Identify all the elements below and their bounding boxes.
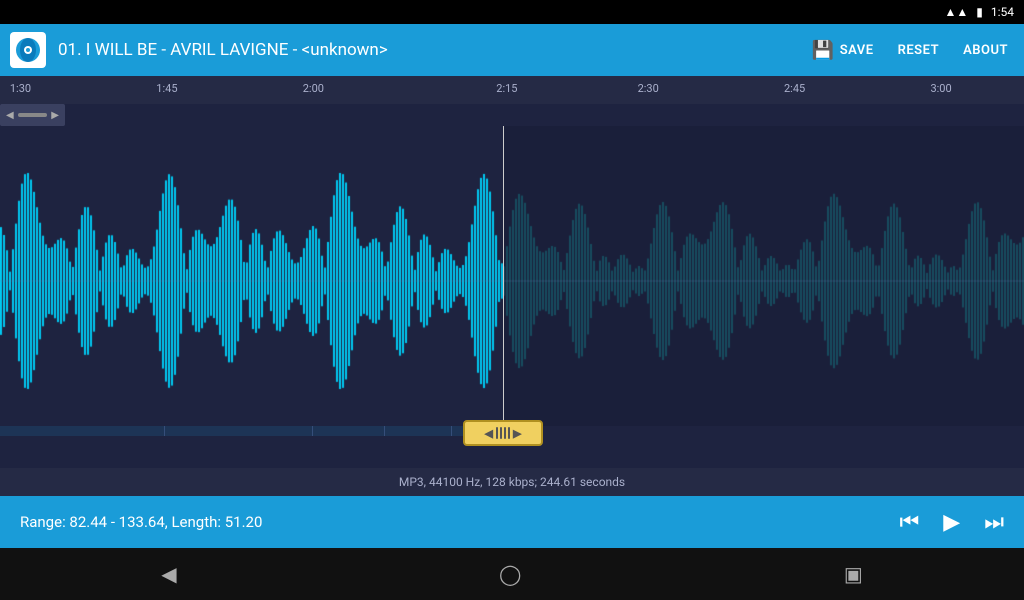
cut-handle-lines bbox=[496, 427, 510, 439]
time-marker-6: 2:45 bbox=[784, 82, 805, 95]
back-button[interactable]: ◀ bbox=[161, 562, 176, 586]
nav-bar: ◀ ◯ ▣ bbox=[0, 548, 1024, 600]
about-button[interactable]: ABOUT bbox=[957, 39, 1014, 62]
range-info: Range: 82.44 - 133.64, Length: 51.20 bbox=[20, 513, 899, 531]
recents-button[interactable]: ▣ bbox=[844, 562, 863, 586]
save-button[interactable]: 💾 SAVE bbox=[806, 36, 880, 65]
cut-line bbox=[503, 126, 504, 436]
time-marker-2: 1:45 bbox=[156, 82, 177, 95]
scroll-left-arrow: ◀ bbox=[6, 110, 14, 121]
save-icon: 💾 bbox=[812, 40, 835, 61]
controls-bar: Range: 82.44 - 133.64, Length: 51.20 ⏮ ▶… bbox=[0, 496, 1024, 548]
cut-handle[interactable]: ◀ ▶ bbox=[463, 420, 543, 446]
battery-icon: ▮ bbox=[976, 5, 983, 19]
time-marker-1: 1:30 bbox=[10, 82, 31, 95]
home-button[interactable]: ◯ bbox=[499, 562, 521, 586]
file-info: MP3, 44100 Hz, 128 kbps; 244.61 seconds bbox=[0, 468, 1024, 496]
time-marker-7: 3:00 bbox=[930, 82, 951, 95]
time-marker-4: 2:15 bbox=[496, 82, 517, 95]
waveform-container[interactable]: 1:30 1:45 2:00 2:15 2:30 2:45 3:00 ◀ ▶ ◀… bbox=[0, 76, 1024, 496]
waveform-canvas bbox=[0, 126, 1024, 426]
time-marker-5: 2:30 bbox=[638, 82, 659, 95]
reset-button[interactable]: RESET bbox=[892, 39, 945, 62]
status-time: 1:54 bbox=[991, 5, 1014, 19]
time-marker-3: 2:00 bbox=[303, 82, 324, 95]
playback-controls: ⏮ ▶ ⏭ bbox=[899, 510, 1004, 535]
status-bar: ▲▲ ▮ 1:54 bbox=[0, 0, 1024, 24]
fast-forward-button[interactable]: ⏭ bbox=[984, 510, 1004, 535]
rewind-button[interactable]: ⏮ bbox=[899, 510, 919, 535]
timeline-ruler: 1:30 1:45 2:00 2:15 2:30 2:45 3:00 bbox=[0, 76, 1024, 104]
cut-left-arrow: ◀ bbox=[485, 427, 493, 440]
app-icon bbox=[10, 32, 46, 68]
play-button[interactable]: ▶ bbox=[943, 510, 960, 535]
toolbar: 01. I WILL BE - AVRIL LAVIGNE - <unknown… bbox=[0, 24, 1024, 76]
scroll-handle[interactable]: ◀ ▶ bbox=[0, 104, 65, 126]
wifi-icon: ▲▲ bbox=[944, 5, 968, 19]
scroll-right-arrow: ▶ bbox=[51, 110, 59, 121]
scroll-bar bbox=[18, 113, 48, 117]
cut-right-arrow: ▶ bbox=[513, 427, 521, 440]
track-title: 01. I WILL BE - AVRIL LAVIGNE - <unknown… bbox=[58, 40, 794, 60]
